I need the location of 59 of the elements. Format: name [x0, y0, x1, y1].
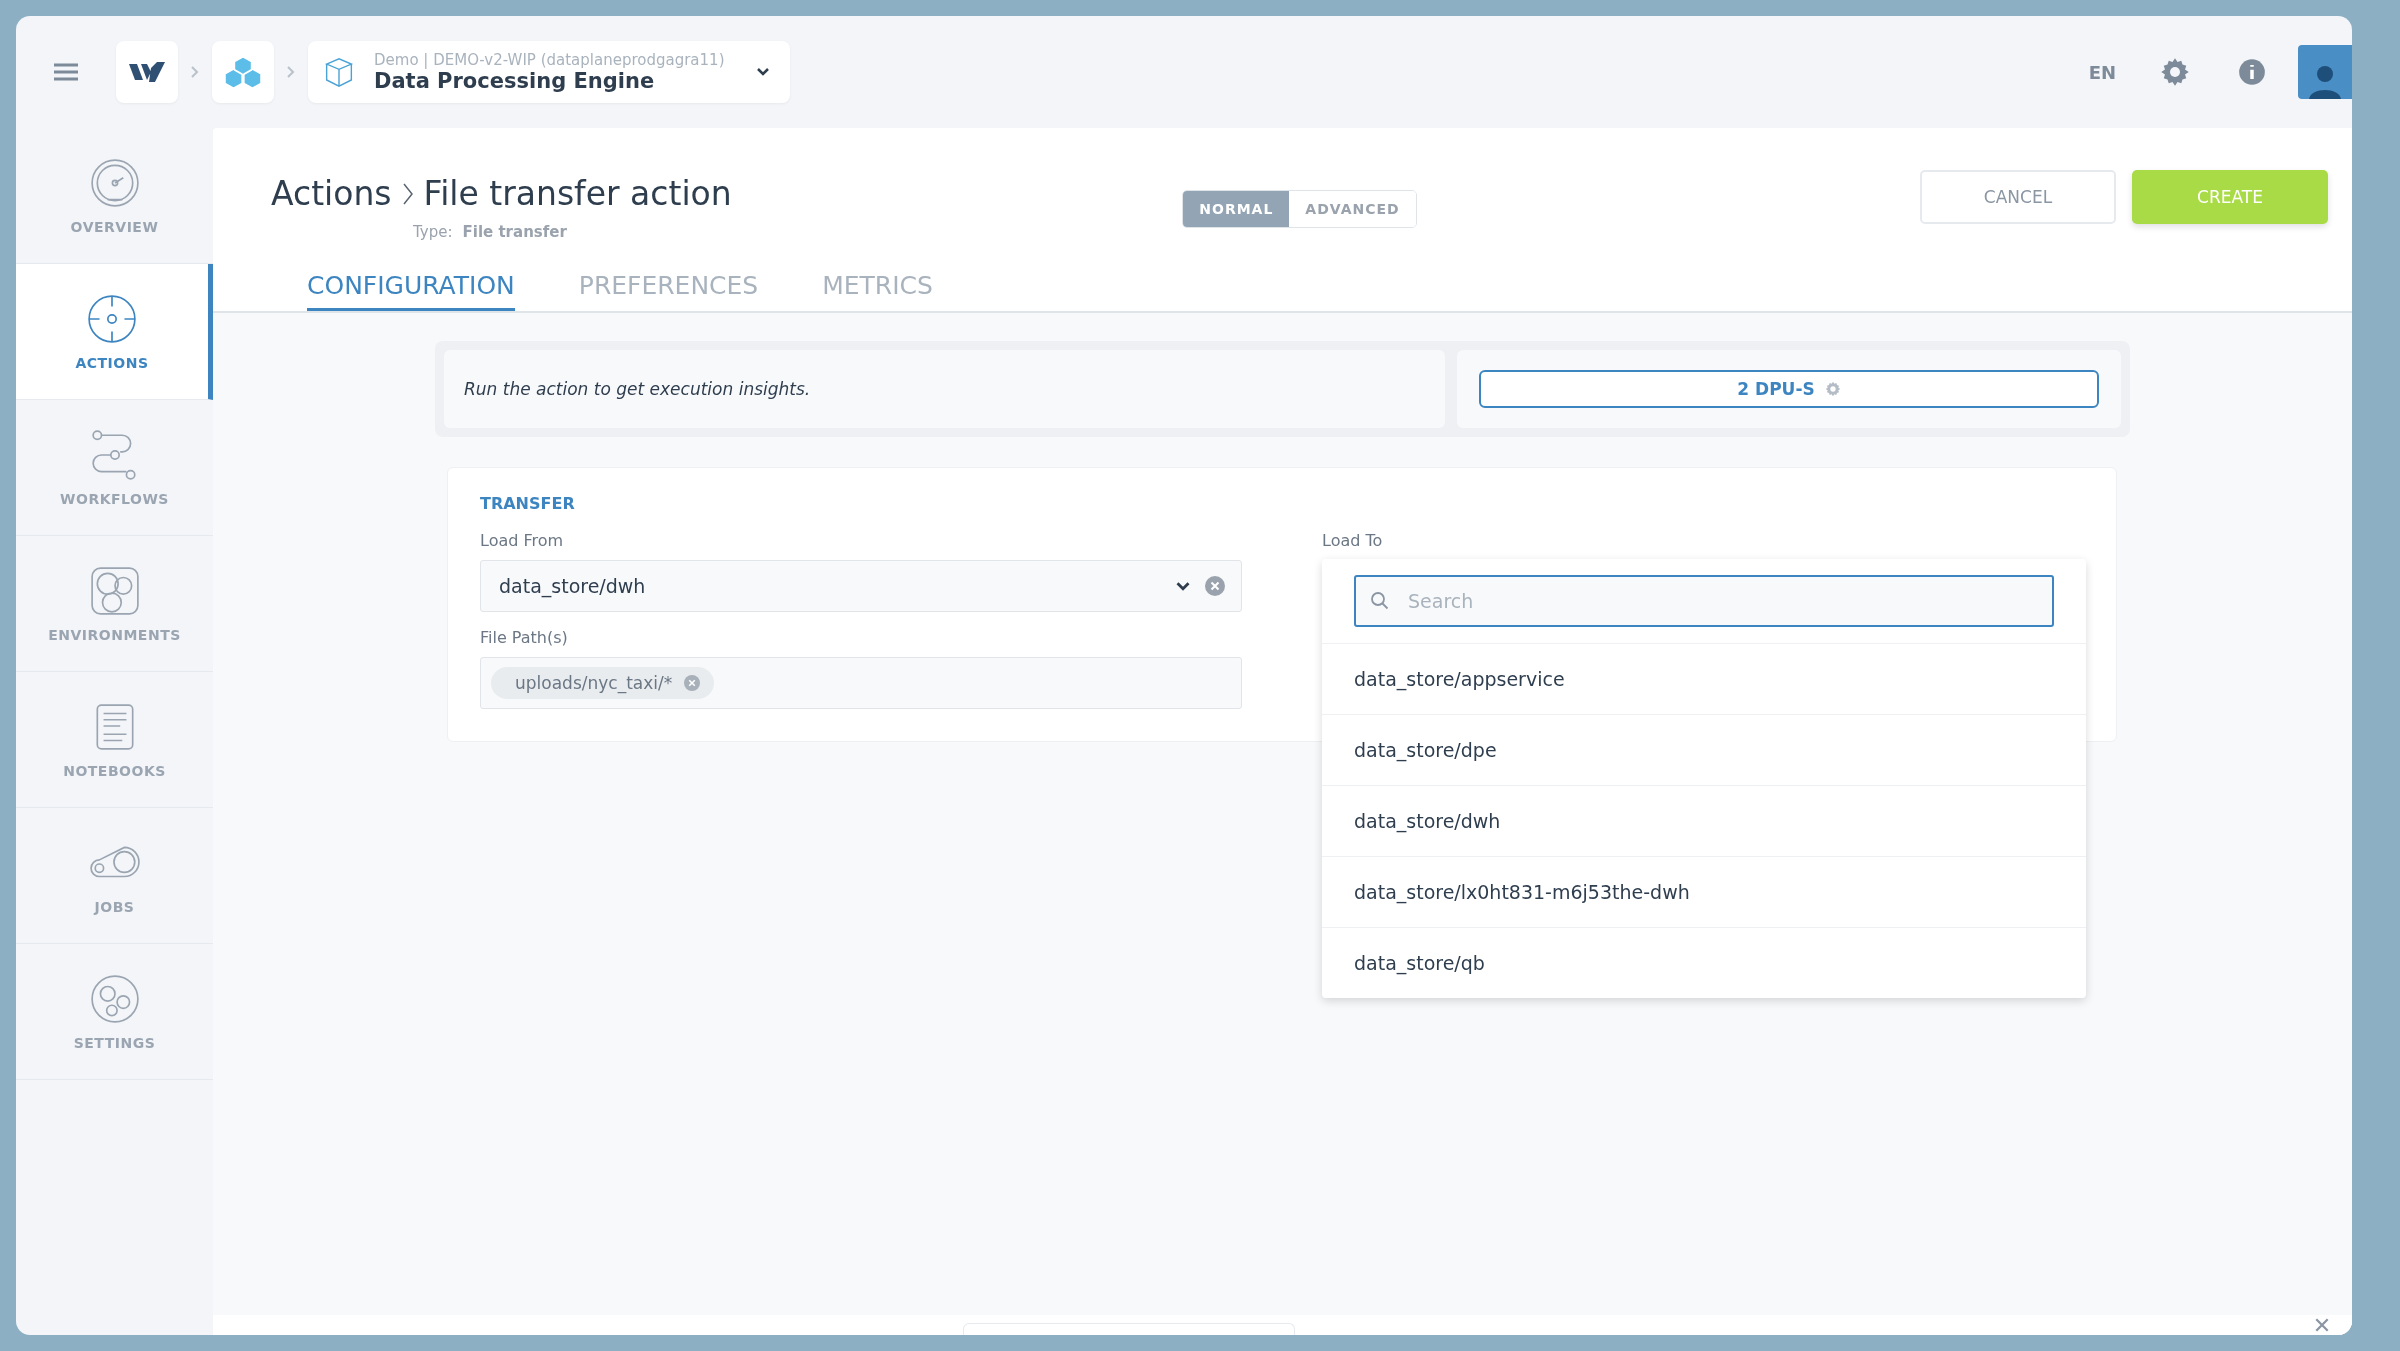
close-icon[interactable] — [2314, 1317, 2330, 1333]
menu-icon[interactable] — [52, 62, 80, 82]
cancel-button[interactable]: CANCEL — [1920, 170, 2116, 224]
dropdown-option[interactable]: data_store/dwh — [1322, 786, 2086, 857]
sidebar-label: NOTEBOOKS — [63, 762, 166, 779]
file-paths-field[interactable]: uploads/nyc_taxi/* — [480, 657, 1242, 709]
breadcrumb-link[interactable]: Actions — [271, 174, 392, 213]
caret-icon — [756, 67, 770, 77]
user-avatar[interactable] — [2298, 45, 2352, 99]
chevron-icon — [401, 181, 414, 206]
dropdown-option[interactable]: data_store/dpe — [1322, 715, 2086, 786]
info-icon[interactable] — [2238, 58, 2266, 86]
type-label: Type: — [413, 223, 453, 241]
load-from-select[interactable]: data_store/dwh — [480, 560, 1242, 612]
chevron-icon — [286, 65, 296, 79]
bubbles-icon — [88, 564, 141, 617]
sidebar-label: OVERVIEW — [70, 218, 159, 235]
logo-tile[interactable] — [116, 41, 178, 103]
sidebar-item[interactable]: ACTIONS — [16, 264, 213, 400]
caret-icon — [1175, 580, 1191, 592]
gear-icon — [1824, 381, 1841, 397]
context-label: Demo | DEMO-v2-WIP (dataplaneprodgagra11) — [374, 51, 726, 69]
field-label: Load From — [480, 531, 565, 550]
tab[interactable]: PREFERENCES — [578, 271, 759, 311]
target-icon — [86, 292, 138, 345]
field-label: File Path(s) — [480, 628, 569, 647]
sidebar-label: JOBS — [94, 898, 135, 915]
settings-icon[interactable] — [2160, 57, 2190, 87]
chevron-icon — [190, 65, 200, 79]
dropdown-option[interactable]: data_store/qb — [1322, 928, 2086, 998]
remove-icon[interactable] — [684, 675, 701, 691]
sidebar-label: WORKFLOWS — [60, 490, 169, 507]
engine-title: Data Processing Engine — [374, 69, 656, 93]
create-button[interactable]: CREATE — [2132, 170, 2328, 224]
sidebar-label: SETTINGS — [73, 1034, 156, 1051]
cubes-icon — [224, 55, 262, 89]
page-title: File transfer action — [423, 174, 732, 213]
search-field[interactable]: Search — [1354, 575, 2054, 627]
dropdown-option[interactable]: data_store/lx0ht831-m6j53the-dwh — [1322, 857, 2086, 928]
tab[interactable]: METRICS — [822, 271, 933, 311]
path-tag: uploads/nyc_taxi/* — [491, 667, 715, 699]
section-title: TRANSFER — [480, 494, 576, 513]
clear-icon[interactable] — [1205, 576, 1225, 596]
workspace-tile[interactable] — [212, 41, 274, 103]
insights-message: Run the action to get execution insights. — [464, 379, 811, 399]
mode-toggle-button[interactable]: NORMAL — [1183, 191, 1290, 227]
tab[interactable]: CONFIGURATION — [307, 271, 515, 311]
box-icon — [324, 55, 354, 89]
gauge-icon — [88, 156, 141, 209]
dpu-button[interactable]: 2 DPU-S — [1479, 370, 2099, 408]
language-button[interactable]: EN — [2088, 61, 2116, 83]
sidebar-label: ENVIRONMENTS — [48, 626, 181, 643]
search-icon — [1370, 591, 1390, 611]
sidebar-label: ACTIONS — [75, 354, 149, 371]
type-value: File transfer — [462, 223, 567, 241]
logo-icon — [127, 60, 167, 84]
field-label: Load To — [1322, 531, 1384, 550]
engine-selector[interactable]: Demo | DEMO-v2-WIP (dataplaneprodgagra11) Data Processing Engine — [308, 41, 790, 103]
dropdown-option[interactable]: data_store/appservice — [1322, 644, 2086, 715]
